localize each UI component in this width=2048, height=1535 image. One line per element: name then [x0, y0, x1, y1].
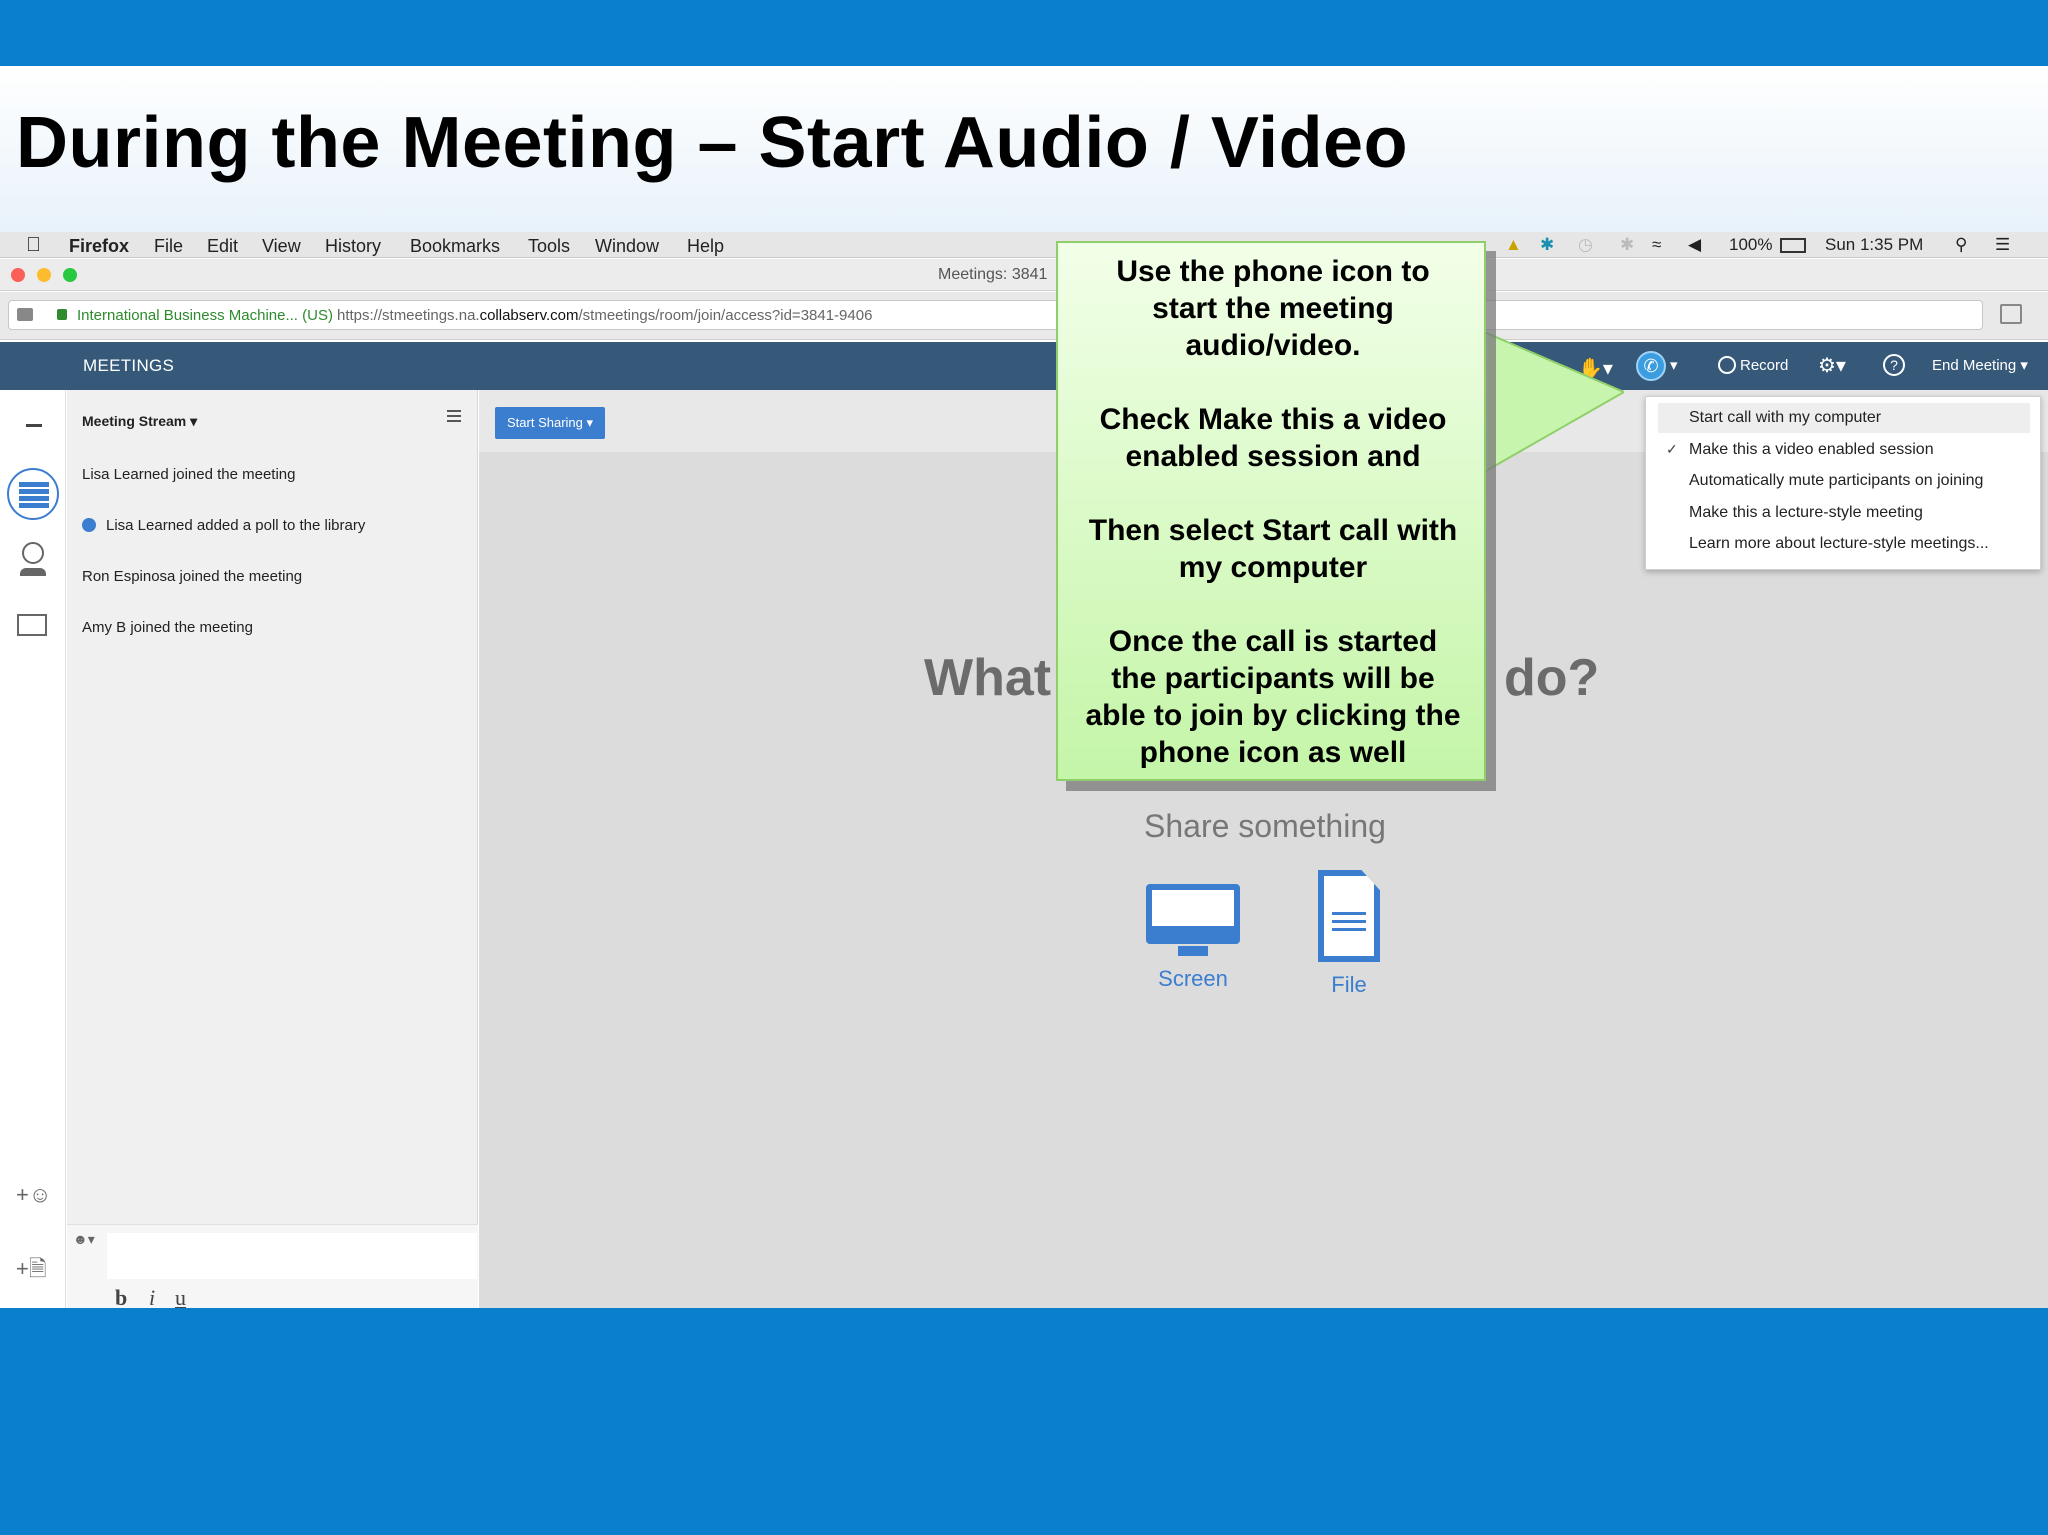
url-text[interactable]: https://stmeetings.na.collabserv.com/stm… — [337, 307, 872, 324]
minimize-window-button[interactable] — [37, 268, 51, 282]
stream-entry: Lisa Learned added a poll to the library — [82, 517, 365, 534]
participants-icon[interactable] — [22, 542, 44, 564]
browser-titlebar: Meetings: 3841 — [0, 259, 2048, 291]
add-file-icon[interactable]: +🗎 — [16, 1252, 47, 1290]
slide-title: During the Meeting – Start Audio / Video — [16, 103, 1409, 183]
menu-item-lecture-style[interactable]: Make this a lecture-style meeting — [1689, 504, 1923, 522]
callout-line: able to join by clicking the — [1085, 699, 1461, 732]
share-file-label: File — [1331, 972, 1367, 997]
settings-gear-icon[interactable]: ⚙▾ — [1818, 353, 1846, 378]
stream-entry: Lisa Learned joined the meeting — [82, 466, 296, 483]
url-bar[interactable]: International Business Machine... (US) h… — [8, 300, 1983, 330]
volume-icon[interactable]: ◀ — [1688, 235, 1701, 255]
slide-title-area: During the Meeting – Start Audio / Video — [0, 66, 2048, 232]
menu-tools[interactable]: Tools — [528, 236, 570, 257]
time-machine-icon[interactable]: ◷ — [1578, 235, 1593, 255]
stream-entry: Ron Espinosa joined the meeting — [82, 568, 303, 585]
menu-file[interactable]: File — [154, 236, 183, 257]
invite-person-icon[interactable]: +☺ — [16, 1182, 51, 1208]
menu-item-start-call[interactable]: Start call with my computer — [1689, 409, 1881, 427]
end-meeting-button[interactable]: End Meeting ▾ — [1932, 356, 2028, 374]
menu-bookmarks[interactable]: Bookmarks — [410, 236, 500, 257]
address-row: International Business Machine... (US) h… — [0, 292, 2048, 340]
window-title: Meetings: 3841 — [938, 266, 1048, 283]
instruction-callout: Use the phone icon to start the meeting … — [1056, 241, 1486, 781]
help-icon[interactable]: ? — [1883, 354, 1905, 376]
menu-item-video-session[interactable]: Make this a video enabled session — [1689, 441, 1934, 459]
menu-history[interactable]: History — [325, 236, 381, 257]
meeting-stream-panel: Meeting Stream ▾ Lisa Learned joined the… — [67, 390, 478, 1310]
emoticon-icon[interactable]: ☻▾ — [73, 1231, 95, 1248]
app-header: MEETINGS ✋▾ ✆ ▾ Record ⚙▾ ? End Meeting … — [0, 342, 2048, 390]
audio-video-menu: Start call with my computer ✓ Make this … — [1645, 396, 2041, 570]
menu-window[interactable]: Window — [595, 236, 659, 257]
share-screen-option[interactable]: Screen — [1139, 884, 1247, 992]
page-info-icon[interactable] — [17, 308, 33, 321]
callout-line: phone icon as well — [1139, 736, 1407, 769]
prompt-text-left: What — [924, 649, 1052, 707]
callout-line: audio/video. — [1185, 329, 1361, 362]
slide-bottom-band — [0, 1308, 2048, 1535]
folder-icon[interactable] — [17, 614, 47, 636]
reader-view-icon[interactable] — [2000, 304, 2022, 324]
checkmark-icon: ✓ — [1666, 441, 1678, 457]
file-icon — [1318, 870, 1380, 962]
battery-icon[interactable] — [1780, 238, 1806, 253]
notification-center-icon[interactable]: ☰ — [1995, 235, 2010, 255]
menu-item-auto-mute[interactable]: Automatically mute participants on joini… — [1689, 472, 1983, 490]
slide-top-band — [0, 0, 2048, 66]
stream-menu-icon[interactable] — [447, 410, 461, 422]
collapse-icon[interactable] — [26, 424, 42, 427]
share-screen-label: Screen — [1158, 966, 1228, 991]
callout-line: Check Make this a video — [1099, 403, 1447, 436]
meeting-stream-icon[interactable] — [7, 468, 59, 520]
menu-view[interactable]: View — [262, 236, 301, 257]
app-name: MEETINGS — [83, 356, 175, 375]
callout-line: my computer — [1178, 551, 1368, 584]
phone-dropdown-chevron-icon[interactable]: ▾ — [1670, 356, 1678, 374]
menu-edit[interactable]: Edit — [207, 236, 238, 257]
battery-percent: 100% — [1729, 235, 1773, 254]
site-identity: International Business Machine... (US) — [77, 307, 333, 324]
apple-icon[interactable]:  — [26, 234, 41, 257]
prompt-text-right: do? — [1504, 649, 1600, 707]
chat-input[interactable] — [107, 1233, 477, 1279]
screen-icon — [1146, 884, 1240, 944]
menu-help[interactable]: Help — [687, 236, 724, 257]
close-window-button[interactable] — [11, 268, 25, 282]
meeting-stream-title[interactable]: Meeting Stream ▾ — [82, 413, 197, 430]
poll-icon — [82, 518, 96, 532]
wifi-icon[interactable]: ≈ — [1652, 235, 1661, 255]
callout-pointer — [1484, 332, 1624, 472]
phone-audio-video-button[interactable]: ✆ — [1636, 351, 1666, 381]
callout-line: Use the phone icon to — [1116, 255, 1430, 288]
callout-line: enabled session and — [1125, 440, 1421, 473]
spotlight-search-icon[interactable]: ⚲ — [1955, 235, 1967, 255]
participants-icon-body — [20, 568, 46, 576]
mac-menubar:  Firefox File Edit View History Bookmar… — [0, 232, 2048, 258]
share-something-heading: Share something — [1144, 808, 1386, 844]
callout-line: start the meeting — [1152, 292, 1394, 325]
shield-icon[interactable]: ▲ — [1505, 235, 1522, 255]
bluetooth-icon[interactable]: ✱ — [1620, 235, 1634, 255]
callout-line: Then select Start call with — [1088, 514, 1458, 547]
callout-line: Once the call is started — [1108, 625, 1438, 658]
menu-firefox[interactable]: Firefox — [69, 236, 129, 257]
record-button[interactable]: Record — [1718, 356, 1788, 374]
start-sharing-button[interactable]: Start Sharing ▾ — [495, 407, 606, 439]
lock-icon — [57, 309, 67, 320]
menu-item-learn-more[interactable]: Learn more about lecture-style meetings.… — [1689, 535, 1989, 553]
left-rail: +☺ +🗎 — [0, 390, 66, 1308]
callout-line: the participants will be — [1111, 662, 1435, 695]
stream-entry: Amy B joined the meeting — [82, 619, 253, 636]
record-icon — [1718, 356, 1736, 374]
maximize-window-button[interactable] — [63, 268, 77, 282]
menubar-clock[interactable]: Sun 1:35 PM — [1825, 235, 1923, 255]
chat-box: ☻▾ b i u — [67, 1224, 478, 1310]
share-file-option[interactable]: File — [1299, 870, 1399, 998]
share-network-icon[interactable]: ✱ — [1540, 235, 1554, 255]
